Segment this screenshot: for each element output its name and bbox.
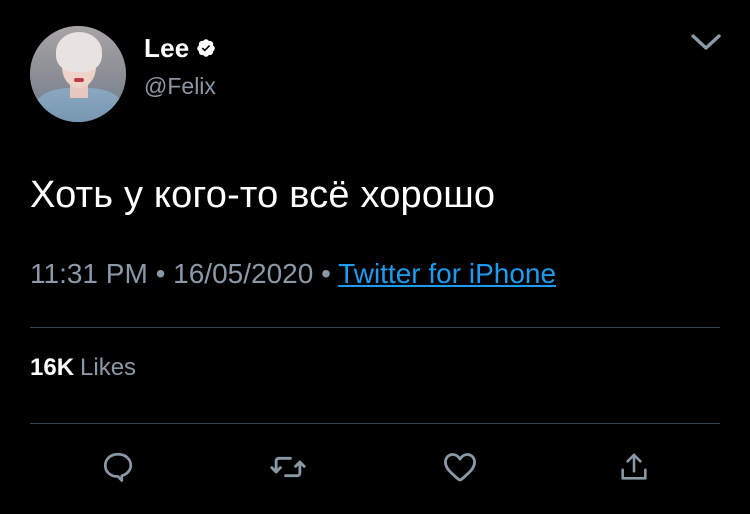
avatar[interactable] <box>30 26 126 122</box>
tweet-time: 11:31 PM <box>30 258 148 289</box>
likes-label: Likes <box>80 354 137 381</box>
like-button[interactable] <box>440 447 480 487</box>
likes-stat[interactable]: 16K Likes <box>30 354 136 382</box>
share-button[interactable] <box>614 447 654 487</box>
verified-badge-icon <box>197 39 216 57</box>
chevron-down-icon[interactable] <box>688 28 724 56</box>
meta-separator: • <box>321 258 331 289</box>
author-name-row[interactable]: Lee <box>144 32 216 64</box>
likes-count: 16K <box>30 354 75 381</box>
reply-button[interactable] <box>98 447 138 487</box>
divider <box>30 423 720 424</box>
tweet-meta: 11:31 PM • 16/05/2020 • Twitter for iPho… <box>30 258 556 290</box>
divider <box>30 327 720 328</box>
retweet-button[interactable] <box>268 447 308 487</box>
reply-icon <box>103 452 133 482</box>
avatar-lips <box>74 78 84 82</box>
heart-icon <box>444 453 476 482</box>
tweet-text: Хоть у кого-то всё хорошо <box>30 174 496 216</box>
tweet-date: 16/05/2020 <box>173 258 314 289</box>
meta-separator: • <box>155 258 166 289</box>
retweet-icon <box>270 456 306 478</box>
share-icon <box>621 453 647 480</box>
handle[interactable]: @Felix <box>144 73 216 100</box>
tweet-source-link[interactable]: Twitter for iPhone <box>338 258 556 289</box>
display-name[interactable]: Lee <box>144 33 189 64</box>
avatar-hair <box>56 32 102 72</box>
